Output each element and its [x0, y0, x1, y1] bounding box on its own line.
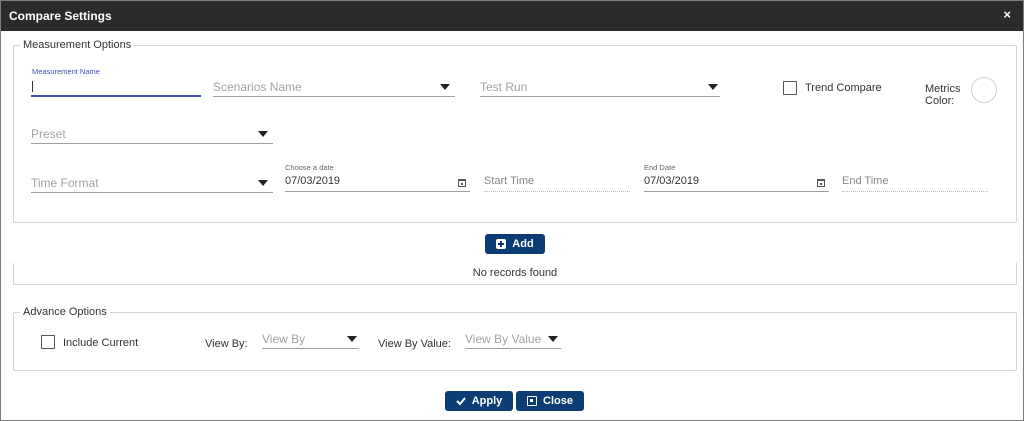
advance-options-legend: Advance Options	[23, 306, 107, 318]
window-close-icon	[527, 396, 538, 406]
dialog-title: Compare Settings	[9, 9, 112, 23]
close-button-label: Close	[543, 395, 573, 407]
scenarios-name-placeholder: Scenarios Name	[213, 80, 302, 94]
metrics-color-label-line1: Metrics	[925, 83, 961, 95]
view-by-label: View By:	[205, 338, 248, 350]
close-icon[interactable]: ×	[1003, 8, 1011, 22]
end-time-input[interactable]: End Time	[842, 170, 988, 192]
check-icon	[456, 397, 466, 406]
apply-button-label: Apply	[471, 395, 503, 407]
chevron-down-icon	[258, 131, 268, 137]
start-time-input[interactable]: Start Time	[484, 170, 630, 192]
chevron-down-icon	[258, 180, 268, 186]
metrics-color-picker[interactable]	[971, 77, 997, 103]
chevron-down-icon	[347, 336, 357, 342]
preset-select[interactable]: Preset	[31, 122, 273, 144]
apply-button[interactable]: Apply	[445, 391, 513, 411]
end-date-input[interactable]: 07/03/2019	[644, 170, 829, 192]
view-by-value-placeholder: View By Value	[465, 332, 542, 346]
calendar-icon[interactable]	[458, 179, 466, 187]
scenarios-name-select[interactable]: Scenarios Name	[213, 75, 455, 97]
calendar-icon[interactable]	[817, 179, 825, 187]
chevron-down-icon	[440, 84, 450, 90]
trend-compare-checkbox[interactable]	[783, 81, 797, 95]
add-button[interactable]: Add	[485, 234, 545, 254]
chevron-down-icon	[708, 84, 718, 90]
plus-icon	[496, 239, 507, 249]
measurement-options-legend: Measurement Options	[23, 39, 132, 51]
start-time-placeholder: Start Time	[484, 175, 535, 187]
preset-placeholder: Preset	[31, 127, 66, 141]
dialog-titlebar: Compare Settings ×	[1, 1, 1023, 31]
test-run-placeholder: Test Run	[480, 80, 528, 94]
close-button[interactable]: Close	[516, 391, 584, 411]
compare-settings-dialog: Compare Settings × Measurement Options M…	[0, 0, 1024, 421]
add-button-label: Add	[512, 238, 534, 250]
view-by-value-select[interactable]: View By Value	[465, 327, 561, 349]
view-by-value-label: View By Value:	[378, 338, 451, 350]
view-by-placeholder: View By	[262, 332, 306, 346]
start-date-value: 07/03/2019	[285, 175, 341, 187]
no-records-message: No records found	[472, 267, 558, 279]
view-by-select[interactable]: View By	[262, 327, 359, 349]
end-time-placeholder: End Time	[842, 175, 889, 187]
include-current-checkbox[interactable]	[41, 335, 55, 349]
text-cursor	[32, 81, 33, 92]
measurement-name-input[interactable]	[31, 75, 201, 97]
test-run-select[interactable]: Test Run	[480, 75, 720, 97]
time-format-placeholder: Time Format	[31, 176, 99, 190]
metrics-color-label-line2: Color:	[925, 95, 955, 107]
end-date-value: 07/03/2019	[644, 175, 700, 187]
chevron-down-icon	[548, 336, 558, 342]
start-date-input[interactable]: 07/03/2019	[285, 170, 470, 192]
records-table: No records found	[13, 263, 1017, 285]
include-current-label: Include Current	[63, 337, 139, 349]
trend-compare-label: Trend Compare	[805, 82, 882, 94]
time-format-select[interactable]: Time Format	[31, 171, 273, 193]
